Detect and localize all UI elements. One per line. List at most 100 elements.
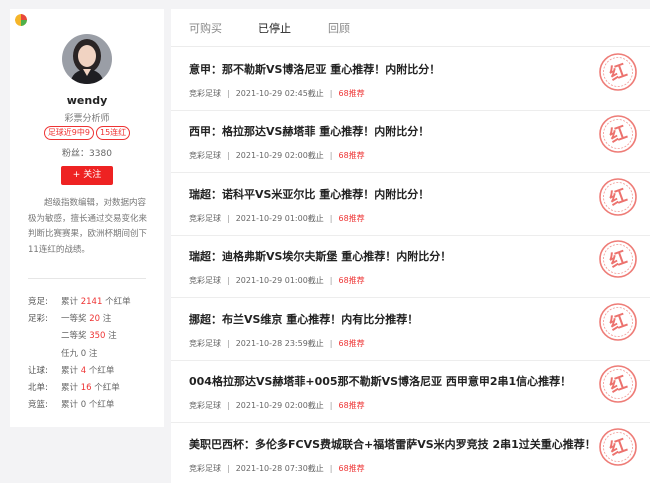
profile-name: wendy <box>66 94 108 107</box>
article-row[interactable]: 挪超：布兰VS维京 重心推荐！内有比分推荐！ 竞彩足球 | 2021-10-28 23… <box>171 298 650 361</box>
article-type: 竞彩足球 <box>189 339 221 348</box>
stat-prefix: 任九 <box>61 348 79 359</box>
profile-bio: 超级指数编辑，对数据内容极为敏感，擅长通过交易变化来判断比赛赛果，欧洲杯期间创下… <box>28 198 148 255</box>
stat-prefix: 累计 <box>61 400 79 411</box>
tab-stopped[interactable]: 已停止 <box>258 20 291 36</box>
article-row[interactable]: 意甲：那不勒斯VS博洛尼亚 重心推荐！内附比分！ 竞彩足球 | 2021-10-29 … <box>171 48 650 111</box>
meta-separator: | <box>227 401 230 410</box>
article-deadline: 2021-10-29 02:00截止 <box>235 151 324 160</box>
stamp-label: 红 <box>607 372 630 398</box>
meta-separator: | <box>329 276 333 285</box>
article-deadline: 2021-10-29 01:00截止 <box>235 214 324 223</box>
red-result-stamp-icon: 红 <box>598 52 638 92</box>
article-recommend-count: 68推荐 <box>338 151 365 160</box>
stat-row: 让球: 累计 4 个红单 <box>28 363 158 380</box>
article-type: 竞彩足球 <box>189 151 221 160</box>
stat-prefix: 一等奖 <box>61 314 87 325</box>
profile-tag: 足球近9中9 <box>43 126 94 140</box>
profile-card: wendy 彩票分析师 足球近9中9 15连红 粉丝：3380 + 关注 超级指… <box>10 9 164 427</box>
stat-value: 0 <box>80 348 87 359</box>
article-deadline: 2021-10-28 07:30截止 <box>235 464 324 473</box>
stamp-label: 红 <box>607 435 630 461</box>
stat-value: 350 <box>89 331 106 342</box>
red-result-stamp-icon: 红 <box>598 177 638 217</box>
divider <box>28 278 146 279</box>
article-type: 竞彩足球 <box>189 464 221 473</box>
meta-separator: | <box>227 89 230 98</box>
red-result-stamp-icon: 红 <box>598 364 638 404</box>
profile-role: 彩票分析师 <box>64 114 110 124</box>
stat-suffix: 注 <box>108 331 117 342</box>
red-result-stamp-icon: 红 <box>598 427 638 467</box>
meta-separator: | <box>329 151 333 160</box>
article-recommend-count: 68推荐 <box>338 339 365 348</box>
article-recommend-count: 68推荐 <box>338 214 365 223</box>
fans-value: 3380 <box>89 149 112 159</box>
fans-label: 粉丝： <box>62 149 90 159</box>
tab-review[interactable]: 回顾 <box>328 20 350 36</box>
article-row[interactable]: 西甲：格拉那达VS赫塔菲 重心推荐！内附比分！ 竞彩足球 | 2021-10-29 0… <box>171 110 650 173</box>
article-panel: 可购买 已停止 回顾 意甲：那不勒斯VS博洛尼亚 重心推荐！内附比分！ 竞彩足球 |… <box>171 9 650 483</box>
article-title[interactable]: 意甲：那不勒斯VS博洛尼亚 重心推荐！内附比分！ <box>189 61 440 77</box>
article-row[interactable]: 瑞超：迪格弗斯VS埃尔夫斯堡 重心推荐！内附比分！ 竞彩足球 | 2021-10-29… <box>171 235 650 298</box>
meta-separator: | <box>227 276 230 285</box>
article-title[interactable]: 美职巴西杯：多伦多FCVS费城联合+福塔雷萨VS米内罗竞技 2串1过关重心推荐！ <box>189 436 596 452</box>
stat-prefix: 累计 <box>61 297 79 307</box>
stat-suffix: 个红单 <box>88 400 115 411</box>
tab-purchasable[interactable]: 可购买 <box>189 20 222 36</box>
stat-value: 2141 <box>80 297 103 307</box>
stamp-label: 红 <box>607 310 630 336</box>
meta-separator: | <box>227 339 230 348</box>
stamp-label: 红 <box>607 247 630 273</box>
stat-prefix: 累计 <box>61 382 79 393</box>
red-result-stamp-icon: 红 <box>598 114 638 154</box>
stat-row: 二等奖 350 注 <box>28 328 158 345</box>
article-title[interactable]: 004格拉那达VS赫塔菲+005那不勒斯VS博洛尼亚 西甲意甲2串1信心推荐！ <box>189 373 571 389</box>
article-meta: 竞彩足球 | 2021-10-29 01:00截止 | 68推荐 <box>189 213 365 224</box>
meta-separator: | <box>329 339 333 348</box>
meta-separator: | <box>227 464 230 473</box>
article-meta: 竞彩足球 | 2021-10-28 07:30截止 | 68推荐 <box>189 463 365 474</box>
follow-button[interactable]: + 关注 <box>61 166 113 185</box>
article-deadline: 2021-10-28 23:59截止 <box>235 339 324 348</box>
meta-separator: | <box>227 214 230 223</box>
stat-category: 北单: <box>28 382 48 393</box>
meta-separator: | <box>329 464 333 473</box>
article-row[interactable]: 004格拉那达VS赫塔菲+005那不勒斯VS博洛尼亚 西甲意甲2串1信心推荐！ 竞… <box>171 360 650 423</box>
article-recommend-count: 68推荐 <box>338 464 365 473</box>
record-stats: 竞足: 累计 2141 个红单 足彩: 一等奖 20 注 二等奖 350 注 任九 … <box>28 294 158 414</box>
article-title[interactable]: 瑞超：诺科平VS米亚尔比 重心推荐！内附比分！ <box>189 186 429 202</box>
red-result-stamp-icon: 红 <box>598 239 638 279</box>
article-deadline: 2021-10-29 01:00截止 <box>235 276 324 285</box>
stat-suffix: 注 <box>88 348 98 359</box>
profile-tag: 15连红 <box>96 126 131 140</box>
article-meta: 竞彩足球 | 2021-10-29 01:00截止 | 68推荐 <box>189 275 365 286</box>
stat-row: 足彩: 一等奖 20 注 <box>28 311 158 328</box>
stamp-label: 红 <box>607 60 630 86</box>
stat-category: 竞篮: <box>28 400 48 411</box>
stat-category: 足彩: <box>28 314 48 325</box>
article-meta: 竞彩足球 | 2021-10-28 23:59截止 | 68推荐 <box>189 338 365 349</box>
stat-value: 0 <box>80 400 87 411</box>
stat-row: 北单: 累计 16 个红单 <box>28 380 158 397</box>
avatar[interactable] <box>62 34 112 84</box>
stat-category: 竞足: <box>28 297 48 307</box>
article-title[interactable]: 瑞超：迪格弗斯VS埃尔夫斯堡 重心推荐！内附比分！ <box>189 248 451 264</box>
article-meta: 竞彩足球 | 2021-10-29 02:45截止 | 68推荐 <box>189 88 365 99</box>
red-result-stamp-icon: 红 <box>598 302 638 342</box>
article-deadline: 2021-10-29 02:45截止 <box>235 89 324 98</box>
article-type: 竞彩足球 <box>189 89 221 98</box>
stat-value: 16 <box>80 382 92 393</box>
article-row[interactable]: 瑞超：诺科平VS米亚尔比 重心推荐！内附比分！ 竞彩足球 | 2021-10-29 0… <box>171 173 650 236</box>
article-row[interactable]: 美职巴西杯：多伦多FCVS费城联合+福塔雷萨VS米内罗竞技 2串1过关重心推荐！… <box>171 423 650 483</box>
stat-value: 4 <box>80 365 87 376</box>
article-recommend-count: 68推荐 <box>338 89 365 98</box>
stat-category: 让球: <box>28 365 48 376</box>
stat-row: 任九 0 注 <box>28 346 158 363</box>
article-deadline: 2021-10-29 02:00截止 <box>235 401 324 410</box>
article-recommend-count: 68推荐 <box>338 401 365 410</box>
stat-row: 竞足: 累计 2141 个红单 <box>28 294 158 311</box>
tab-bar: 可购买 已停止 回顾 <box>171 9 650 47</box>
article-title[interactable]: 西甲：格拉那达VS赫塔菲 重心推荐！内附比分！ <box>189 123 429 139</box>
article-title[interactable]: 挪超：布兰VS维京 重心推荐！内有比分推荐！ <box>189 311 418 327</box>
